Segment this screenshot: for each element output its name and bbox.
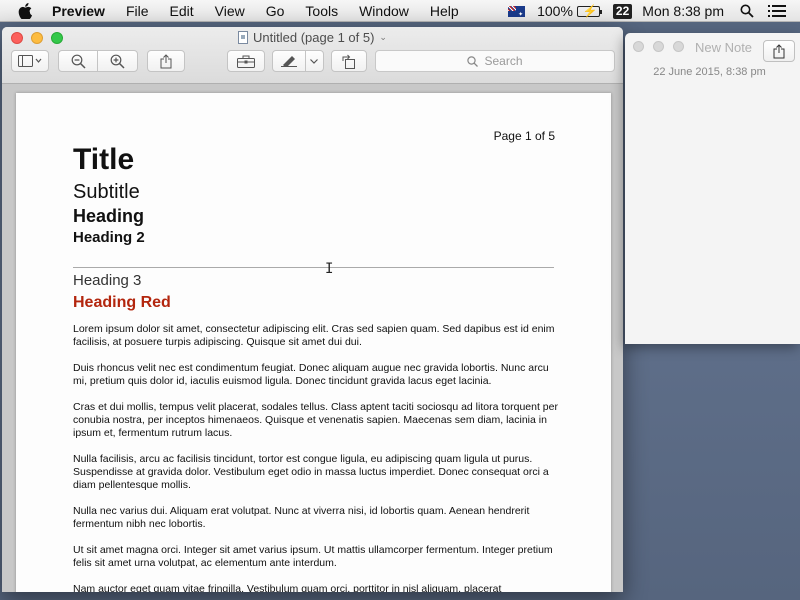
apple-icon[interactable] (18, 2, 34, 19)
note-date: 22 June 2015, 8:38 pm (653, 66, 766, 78)
menu-bar: Preview File Edit View Go Tools Window H… (0, 0, 800, 22)
note-window[interactable]: New Note 22 June 2015, 8:38 pm (625, 33, 800, 344)
document-page[interactable]: Page 1 of 5 Title Subtitle Heading Headi… (16, 93, 611, 592)
date-badge[interactable]: 22 (612, 3, 633, 19)
doc-heading-red: Heading Red (73, 294, 171, 311)
input-source-flag-icon[interactable] (508, 5, 526, 17)
share-icon (160, 53, 172, 68)
page-number: Page 1 of 5 (493, 129, 555, 143)
zoom-controls (58, 50, 138, 72)
menu-bar-extras: 100% ⚡ 22 Mon 8:38 pm (508, 0, 800, 22)
menu-file[interactable]: File (126, 3, 149, 19)
paragraph: Nulla facilisis, arcu ac facilisis tinci… (73, 453, 549, 491)
zoom-out-icon (71, 54, 86, 69)
share-icon (773, 43, 785, 58)
paragraph: Ut sit amet magna orci. Integer sit amet… (73, 544, 553, 569)
toolbox-icon (237, 55, 255, 68)
rotate-button[interactable] (331, 50, 367, 72)
note-share-button[interactable] (763, 40, 795, 62)
markup-button[interactable] (273, 51, 306, 71)
paragraph: Lorem ipsum dolor sit amet, consectetur … (73, 323, 555, 348)
paragraph: Cras et dui mollis, tempus velit placera… (73, 401, 558, 439)
menu-app-name[interactable]: Preview (52, 3, 105, 19)
share-button[interactable] (147, 50, 185, 72)
doc-title: Title (73, 143, 135, 176)
menu-clock[interactable]: Mon 8:38 pm (642, 3, 724, 19)
menu-help[interactable]: Help (430, 3, 459, 19)
menu-edit[interactable]: Edit (170, 3, 194, 19)
sidebar-view-button[interactable] (11, 50, 49, 72)
doc-subtitle: Subtitle (73, 181, 140, 203)
list-icon[interactable] (768, 5, 786, 17)
zoom-out-button[interactable] (59, 51, 99, 71)
search-icon (467, 55, 479, 67)
spotlight-search-icon[interactable] (740, 4, 754, 18)
chevron-down-icon: ⌄ (379, 32, 387, 42)
window-title-area[interactable]: Untitled (page 1 of 5) ⌄ (2, 30, 623, 45)
menu-view[interactable]: View (215, 3, 245, 19)
doc-heading: Heading (73, 206, 145, 226)
zoom-in-icon (110, 54, 125, 69)
doc-heading-2: Heading 2 (73, 229, 145, 246)
menu-go[interactable]: Go (266, 3, 285, 19)
menu-tools[interactable]: Tools (305, 3, 338, 19)
ibeam-cursor-icon: I (325, 261, 334, 277)
window-title: Untitled (page 1 of 5) (253, 30, 375, 45)
paragraph: Nam auctor eget quam vitae fringilla. Ve… (73, 583, 502, 592)
chevron-down-icon (310, 58, 319, 64)
paragraph: Duis rhoncus velit nec est condimentum f… (73, 362, 549, 387)
doc-body: Lorem ipsum dolor sit amet, consectetur … (73, 323, 558, 592)
search-placeholder: Search (484, 54, 523, 68)
preview-window: Untitled (page 1 of 5) ⌄ Search Page 1 o… (2, 27, 623, 592)
zoom-in-button[interactable] (98, 51, 137, 71)
document-icon (238, 31, 249, 44)
markup-controls (272, 50, 324, 72)
doc-heading-3: Heading 3 (73, 272, 142, 289)
horizontal-rule (73, 267, 554, 268)
document-scroll-area[interactable]: Page 1 of 5 Title Subtitle Heading Headi… (2, 83, 623, 592)
battery-icon[interactable]: ⚡ (576, 4, 602, 18)
pen-icon (280, 56, 297, 67)
markup-menu-button[interactable] (306, 51, 323, 71)
battery-percent: 100% (537, 3, 573, 19)
search-input[interactable]: Search (375, 50, 615, 72)
menu-window[interactable]: Window (359, 3, 409, 19)
toolbox-button[interactable] (227, 50, 265, 72)
sidebar-icon (18, 55, 42, 67)
rotate-icon (342, 54, 355, 69)
paragraph: Nulla nec varius dui. Aliquam erat volut… (73, 505, 530, 530)
